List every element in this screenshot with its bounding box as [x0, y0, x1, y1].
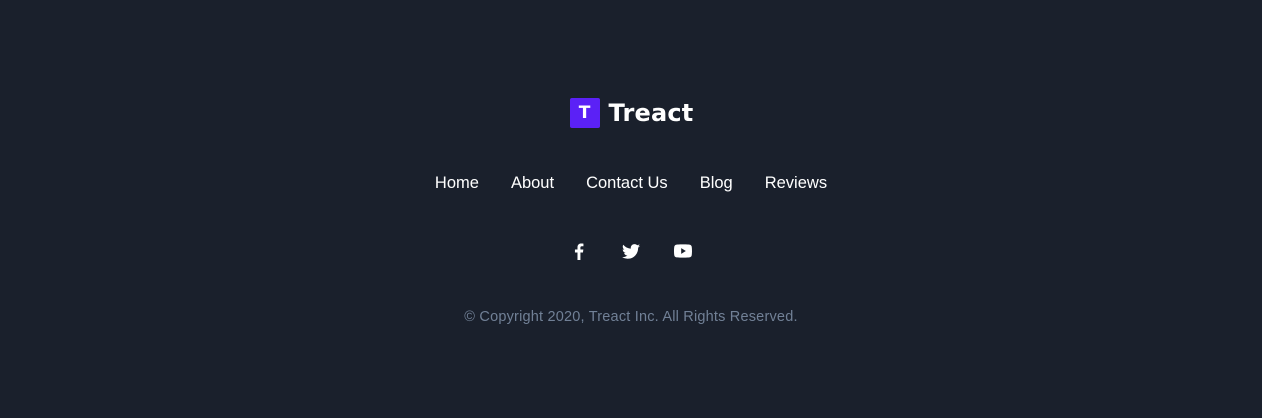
youtube-icon [674, 244, 692, 258]
nav-link-contact-us[interactable]: Contact Us [586, 174, 668, 193]
twitter-icon [622, 243, 640, 259]
footer-nav: Home About Contact Us Blog Reviews [0, 172, 1262, 194]
copyright-text: © Copyright 2020, Treact Inc. All Rights… [464, 309, 798, 325]
facebook-icon [574, 242, 584, 260]
facebook-link[interactable] [569, 241, 589, 261]
nav-link-about[interactable]: About [511, 174, 554, 193]
brand: T Treact [0, 98, 1262, 128]
logo-icon: T [569, 98, 600, 128]
twitter-link[interactable] [621, 241, 641, 261]
brand-name: Treact [608, 99, 694, 127]
youtube-link[interactable] [673, 241, 693, 261]
social-links [0, 240, 1262, 262]
nav-link-blog[interactable]: Blog [700, 174, 733, 193]
nav-link-home[interactable]: Home [435, 174, 479, 193]
brand-link[interactable]: T Treact [569, 98, 694, 128]
nav-link-reviews[interactable]: Reviews [765, 174, 827, 193]
logo-letter: T [578, 103, 591, 123]
site-footer: T Treact Home About Contact Us Blog Revi… [0, 0, 1262, 418]
